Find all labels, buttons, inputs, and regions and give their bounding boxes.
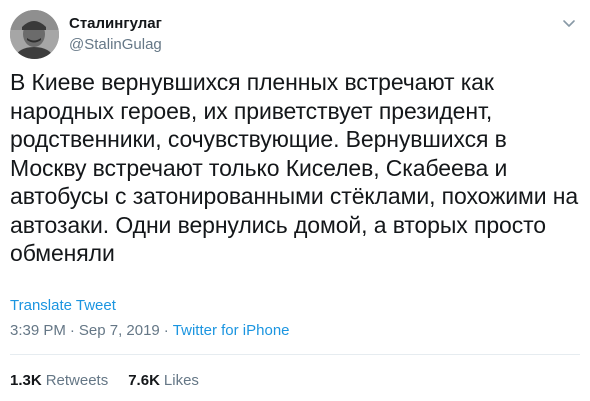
meta-separator: · xyxy=(163,322,169,339)
retweets-stat[interactable]: 1.3K Retweets xyxy=(10,372,108,389)
avatar[interactable] xyxy=(10,10,59,59)
chevron-down-icon[interactable] xyxy=(561,15,577,31)
avatar-image xyxy=(10,10,59,59)
meta-separator: · xyxy=(69,322,75,339)
divider xyxy=(10,354,580,355)
tweet-text: В Киеве вернувшихся пленных встречают ка… xyxy=(10,69,579,266)
author-handle[interactable]: @StalinGulag xyxy=(69,36,162,53)
author-name[interactable]: Сталингулаг xyxy=(69,15,162,32)
likes-label: Likes xyxy=(163,372,199,389)
retweets-label: Retweets xyxy=(45,372,109,389)
likes-count: 7.6K xyxy=(128,372,160,389)
tweet-time[interactable]: 3:39 PM xyxy=(10,322,66,339)
retweets-count: 1.3K xyxy=(10,372,42,389)
tweet-card: Сталингулаг @StalinGulag В Киеве вернувш… xyxy=(0,0,590,401)
translate-tweet-link[interactable]: Translate Tweet xyxy=(10,297,116,314)
tweet-stats: 1.3K Retweets 7.6K Likes xyxy=(10,372,219,389)
tweet-source-link[interactable]: Twitter for iPhone xyxy=(173,322,290,339)
tweet-metadata: 3:39 PM · Sep 7, 2019 · Twitter for iPhone xyxy=(10,322,290,339)
likes-stat[interactable]: 7.6K Likes xyxy=(128,372,199,389)
tweet-date[interactable]: Sep 7, 2019 xyxy=(79,322,160,339)
